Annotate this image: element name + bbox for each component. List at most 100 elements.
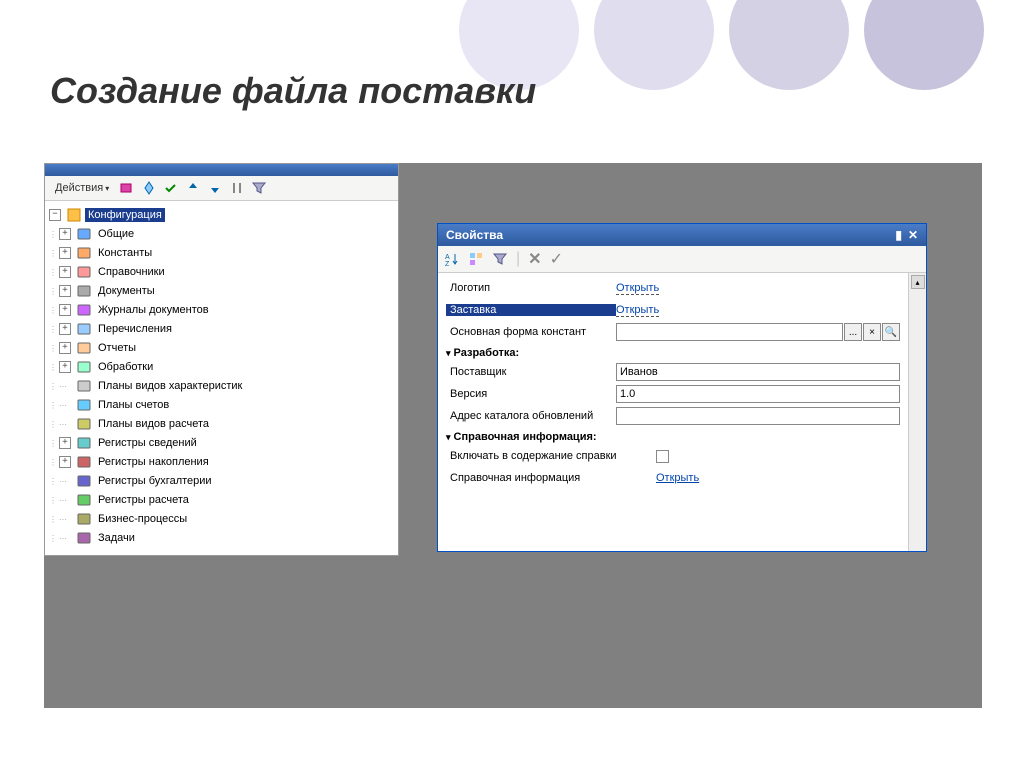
tree-item-label[interactable]: Бизнес-процессы (95, 512, 190, 526)
properties-panel: Свойства ▮ ✕ AZ | ✕ ✓ Логотип Открыть За… (437, 223, 927, 552)
tree-item-icon (76, 397, 92, 413)
tree-item-label[interactable]: Обработки (95, 360, 156, 374)
toolbar-icon-2[interactable] (141, 180, 157, 196)
tree-item-label[interactable]: Планы счетов (95, 398, 172, 412)
tree-item[interactable]: ⋮+Перечисления (47, 319, 396, 338)
tree-item[interactable]: ⋮+Документы (47, 281, 396, 300)
tree-item-label[interactable]: Перечисления (95, 322, 175, 336)
sort-az-icon[interactable]: AZ (444, 251, 460, 267)
down-icon[interactable] (207, 180, 223, 196)
expand-icon[interactable]: + (59, 228, 71, 240)
decorative-circles (459, 0, 984, 90)
group-help-label: Справочная информация: (454, 431, 597, 443)
prop-include-help: Включать в содержание справки (446, 445, 900, 467)
tree-item[interactable]: ⋮+Журналы документов (47, 300, 396, 319)
mainform-magnify-button[interactable]: 🔍 (882, 323, 900, 341)
version-input[interactable] (616, 385, 900, 403)
close-icon[interactable]: ✕ (908, 228, 918, 242)
splash-open-link[interactable]: Открыть (616, 304, 659, 317)
expand-icon[interactable]: + (59, 456, 71, 468)
prop-version: Версия (446, 383, 900, 405)
mainform-clear-button[interactable]: × (863, 323, 881, 341)
version-label: Версия (446, 388, 616, 400)
tree-item-label[interactable]: Общие (95, 227, 137, 241)
tree-item-label[interactable]: Журналы документов (95, 303, 212, 317)
vendor-input[interactable] (616, 363, 900, 381)
expand-icon[interactable]: − (49, 209, 61, 221)
toolbar-icon-1[interactable] (119, 180, 135, 196)
tree-item-label[interactable]: Регистры бухгалтерии (95, 474, 215, 488)
logo-open-link[interactable]: Открыть (616, 282, 659, 295)
tree-item-icon (76, 340, 92, 356)
tree-item-icon (76, 473, 92, 489)
mainform-input[interactable] (616, 323, 843, 341)
tree-item-icon (76, 302, 92, 318)
tree-item[interactable]: ⋮+Обработки (47, 357, 396, 376)
prop-vendor: Поставщик (446, 361, 900, 383)
scroll-up-icon[interactable]: ▴ (911, 275, 925, 289)
tree-item-icon (76, 530, 92, 546)
tree-item[interactable]: ⋮⋯Планы счетов (47, 395, 396, 414)
properties-titlebar: Свойства ▮ ✕ (438, 224, 926, 246)
pin-icon[interactable]: ▮ (895, 228, 902, 242)
config-tree[interactable]: − Конфигурация ⋮+Общие⋮+Константы⋮+Справ… (45, 201, 398, 555)
tree-item-label[interactable]: Документы (95, 284, 158, 298)
include-help-label: Включать в содержание справки (446, 450, 656, 462)
catalog-label: Адрес каталога обновлений (446, 410, 616, 422)
help-info-label: Справочная информация (446, 472, 656, 484)
splash-label[interactable]: Заставка (446, 304, 616, 316)
root-label[interactable]: Конфигурация (85, 208, 165, 222)
tree-item-label[interactable]: Задачи (95, 531, 138, 545)
tree-item-label[interactable]: Отчеты (95, 341, 139, 355)
tree-item-label[interactable]: Регистры расчета (95, 493, 192, 507)
tree-item-label[interactable]: Константы (95, 246, 155, 260)
expand-icon[interactable]: + (59, 323, 71, 335)
tree-item[interactable]: ⋮⋯Регистры бухгалтерии (47, 471, 396, 490)
mainform-browse-button[interactable]: ... (844, 323, 862, 341)
tree-item[interactable]: ⋮+Справочники (47, 262, 396, 281)
tree-root[interactable]: − Конфигурация (47, 205, 396, 224)
tree-item-label[interactable]: Планы видов расчета (95, 417, 212, 431)
mainform-label: Основная форма констант (446, 326, 616, 338)
up-icon[interactable] (185, 180, 201, 196)
tree-item[interactable]: ⋮+Регистры сведений (47, 433, 396, 452)
tree-item[interactable]: ⋮+Общие (47, 224, 396, 243)
tree-item[interactable]: ⋮⋯Планы видов расчета (47, 414, 396, 433)
expand-icon[interactable]: + (59, 247, 71, 259)
tree-item[interactable]: ⋮+Отчеты (47, 338, 396, 357)
categorize-icon[interactable] (468, 251, 484, 267)
properties-title: Свойства (446, 228, 503, 242)
tree-item-label[interactable]: Регистры сведений (95, 436, 200, 450)
tree-item-label[interactable]: Справочники (95, 265, 168, 279)
tree-item[interactable]: ⋮⋯Бизнес-процессы (47, 509, 396, 528)
group-development[interactable]: ▾ Разработка: (446, 347, 900, 359)
tree-item[interactable]: ⋮⋯Планы видов характеристик (47, 376, 396, 395)
prop-catalog: Адрес каталога обновлений (446, 405, 900, 427)
expand-icon[interactable]: + (59, 342, 71, 354)
tree-item-icon (76, 435, 92, 451)
filter2-icon[interactable] (492, 251, 508, 267)
filter-icon[interactable] (251, 180, 267, 196)
expand-icon[interactable]: + (59, 437, 71, 449)
x-icon[interactable]: ✕ (528, 249, 541, 269)
tree-item[interactable]: ⋮+Регистры накопления (47, 452, 396, 471)
check-icon[interactable]: ✓ (550, 249, 563, 269)
expand-icon[interactable]: + (59, 285, 71, 297)
tree-item[interactable]: ⋮⋯Задачи (47, 528, 396, 547)
scrollbar[interactable]: ▴ (908, 273, 926, 551)
help-info-open-link[interactable]: Открыть (656, 472, 699, 484)
tree-item[interactable]: ⋮+Константы (47, 243, 396, 262)
expand-icon[interactable]: + (59, 266, 71, 278)
group-help[interactable]: ▾ Справочная информация: (446, 431, 900, 443)
include-help-checkbox[interactable] (656, 450, 669, 463)
prop-mainform: Основная форма констант ... × 🔍 (446, 321, 900, 343)
tree-item-label[interactable]: Планы видов характеристик (95, 379, 245, 393)
tree-item-label[interactable]: Регистры накопления (95, 455, 212, 469)
actions-menu[interactable]: Действия ▾ (51, 180, 113, 196)
toolbar-icon-3[interactable] (163, 180, 179, 196)
catalog-input[interactable] (616, 407, 900, 425)
expand-icon[interactable]: + (59, 304, 71, 316)
expand-icon[interactable]: + (59, 361, 71, 373)
sort-icon[interactable] (229, 180, 245, 196)
tree-item[interactable]: ⋮⋯Регистры расчета (47, 490, 396, 509)
